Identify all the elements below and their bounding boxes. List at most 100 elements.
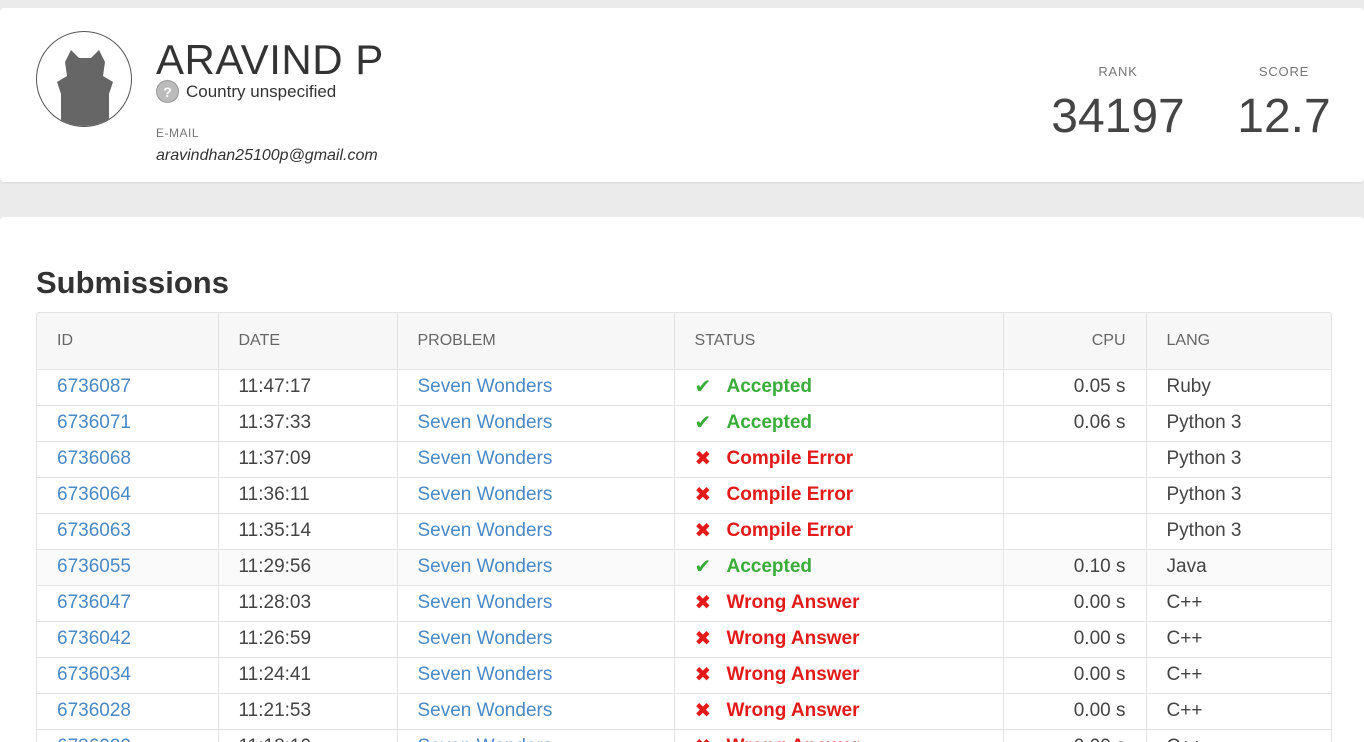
submission-id-link[interactable]: 6736055 bbox=[57, 556, 131, 577]
status-text: Wrong Answer bbox=[726, 592, 860, 613]
table-row: 6736071 11:37:33 Seven Wonders ✔ Accepted 0.0… bbox=[37, 405, 1331, 442]
submission-id-cell: 6736055 bbox=[37, 549, 219, 586]
cpu-time: 0.00 s bbox=[1003, 585, 1147, 622]
submission-date: 11:47:17 bbox=[218, 369, 398, 406]
submission-id-link[interactable]: 6736047 bbox=[57, 592, 131, 613]
problem-cell: Seven Wonders bbox=[397, 621, 675, 658]
check-icon: ✔ bbox=[694, 412, 712, 434]
problem-cell: Seven Wonders bbox=[397, 585, 675, 622]
problem-cell: Seven Wonders bbox=[397, 549, 675, 586]
email-value: aravindhan25100p@gmail.com bbox=[156, 147, 378, 164]
problem-link[interactable]: Seven Wonders bbox=[418, 664, 553, 685]
table-row: 6736055 11:29:56 Seven Wonders ✔ Accepted 0.1… bbox=[37, 549, 1331, 586]
header-date[interactable]: DATE bbox=[218, 313, 398, 370]
rank-value: 34197 bbox=[1051, 90, 1185, 143]
cpu-time bbox=[1003, 441, 1147, 478]
cpu-time: 0.00 s bbox=[1003, 729, 1147, 742]
table-row: 6736047 11:28:03 Seven Wonders ✖ Wrong Answe… bbox=[37, 585, 1331, 622]
submission-id-link[interactable]: 6736087 bbox=[57, 376, 131, 397]
cpu-time: 0.00 s bbox=[1003, 621, 1147, 658]
cross-icon: ✖ bbox=[694, 448, 712, 470]
cross-icon: ✖ bbox=[694, 520, 712, 542]
status-text: Wrong Answer bbox=[726, 628, 860, 649]
submission-id-cell: 6736068 bbox=[37, 441, 219, 478]
submission-date: 11:21:53 bbox=[218, 693, 398, 730]
submission-date: 11:18:10 bbox=[218, 729, 398, 742]
problem-link[interactable]: Seven Wonders bbox=[418, 556, 553, 577]
status-text: Accepted bbox=[726, 376, 813, 397]
cross-icon: ✖ bbox=[694, 628, 712, 650]
problem-link[interactable]: Seven Wonders bbox=[418, 700, 553, 721]
status-cell: ✖ Compile Error bbox=[674, 477, 1004, 514]
submission-id-link[interactable]: 6736071 bbox=[57, 412, 131, 433]
language: C++ bbox=[1146, 729, 1331, 742]
cpu-time bbox=[1003, 477, 1147, 514]
problem-cell: Seven Wonders bbox=[397, 729, 675, 742]
language: C++ bbox=[1146, 657, 1331, 694]
status-text: Wrong Answer bbox=[726, 700, 860, 721]
submission-date: 11:24:41 bbox=[218, 657, 398, 694]
status-text: Wrong Answer bbox=[727, 736, 860, 742]
status-cell: ✖ Wrong Answer bbox=[674, 621, 1004, 658]
problem-link[interactable]: Seven Wonders bbox=[418, 376, 553, 397]
problem-link[interactable]: Seven Wonders bbox=[418, 412, 553, 433]
submission-id-link[interactable]: 6736063 bbox=[57, 520, 131, 541]
submission-id-link[interactable]: 6736042 bbox=[57, 628, 131, 649]
table-row: 6736064 11:36:11 Seven Wonders ✖ Compile Err… bbox=[37, 477, 1331, 514]
header-lang[interactable]: LANG bbox=[1146, 313, 1331, 370]
cpu-time bbox=[1003, 513, 1147, 550]
submission-id-link[interactable]: 6736028 bbox=[57, 700, 131, 721]
status-cell: ✖ Wrong Answer bbox=[674, 585, 1004, 622]
header-status[interactable]: STATUS bbox=[674, 313, 1004, 370]
table-row: 6736022 11:18:10 Seven Wonders ✖ Wrong Answe… bbox=[37, 729, 1331, 742]
country-label: Country unspecified bbox=[186, 81, 337, 101]
email-label: E-MAIL bbox=[156, 126, 200, 140]
problem-cell: Seven Wonders bbox=[397, 369, 675, 406]
submission-date: 11:29:56 bbox=[218, 549, 398, 586]
language: Java bbox=[1146, 549, 1331, 586]
language: C++ bbox=[1146, 693, 1331, 730]
submission-date: 11:35:14 bbox=[218, 513, 398, 550]
language: Python 3 bbox=[1146, 441, 1331, 478]
language: Ruby bbox=[1146, 369, 1331, 406]
submission-id-link[interactable]: 6736034 bbox=[57, 664, 131, 685]
table-header-row: ID DATE PROBLEM STATUS CPU LANG bbox=[37, 313, 1331, 370]
header-cpu[interactable]: CPU bbox=[1003, 313, 1147, 370]
problem-link[interactable]: Seven Wonders bbox=[418, 592, 553, 613]
submission-id-link[interactable]: 6736022 bbox=[57, 736, 131, 742]
status-cell: ✖ Wrong Answer bbox=[674, 693, 1004, 730]
problem-link[interactable]: Seven Wonders bbox=[418, 484, 553, 505]
check-icon: ✔ bbox=[694, 376, 712, 398]
rank-label: RANK bbox=[1098, 64, 1138, 79]
submission-id-link[interactable]: 6736068 bbox=[57, 448, 131, 469]
default-avatar-icon bbox=[36, 31, 132, 127]
profile-card: ARAVIND P ? Country unspecified E-MAIL a… bbox=[0, 8, 1364, 182]
language: C++ bbox=[1146, 621, 1331, 658]
status-cell: ✖ Compile Error bbox=[674, 513, 1004, 550]
problem-link[interactable]: Seven Wonders bbox=[418, 736, 553, 742]
language: C++ bbox=[1146, 585, 1331, 622]
submissions-table: ID DATE PROBLEM STATUS CPU LANG 6736087 1… bbox=[36, 312, 1332, 742]
status-text: Wrong Answer bbox=[726, 664, 860, 685]
submission-id-cell: 6736071 bbox=[37, 405, 219, 442]
language: Python 3 bbox=[1146, 477, 1331, 514]
submission-id-cell: 6736064 bbox=[37, 477, 219, 514]
problem-link[interactable]: Seven Wonders bbox=[418, 628, 553, 649]
submission-date: 11:37:33 bbox=[218, 405, 398, 442]
submission-id-link[interactable]: 6736064 bbox=[57, 484, 131, 505]
submissions-body: 6736087 11:47:17 Seven Wonders ✔ Accepted 0.0… bbox=[37, 369, 1331, 742]
cross-icon: ✖ bbox=[694, 484, 712, 506]
problem-cell: Seven Wonders bbox=[397, 693, 675, 730]
problem-cell: Seven Wonders bbox=[397, 441, 675, 478]
header-problem[interactable]: PROBLEM bbox=[397, 313, 675, 370]
header-id[interactable]: ID bbox=[37, 313, 219, 370]
status-cell: ✖ Wrong Answer bbox=[674, 729, 1004, 742]
submission-id-cell: 6736028 bbox=[37, 693, 219, 730]
problem-link[interactable]: Seven Wonders bbox=[418, 448, 553, 469]
score-stat: SCORE 12.7 bbox=[1234, 64, 1334, 144]
country-row: ? Country unspecified bbox=[156, 80, 336, 103]
language: Python 3 bbox=[1146, 405, 1331, 442]
problem-link[interactable]: Seven Wonders bbox=[418, 520, 553, 541]
cross-icon: ✖ bbox=[694, 592, 712, 614]
table-row: 6736034 11:24:41 Seven Wonders ✖ Wrong Answe… bbox=[37, 657, 1331, 694]
